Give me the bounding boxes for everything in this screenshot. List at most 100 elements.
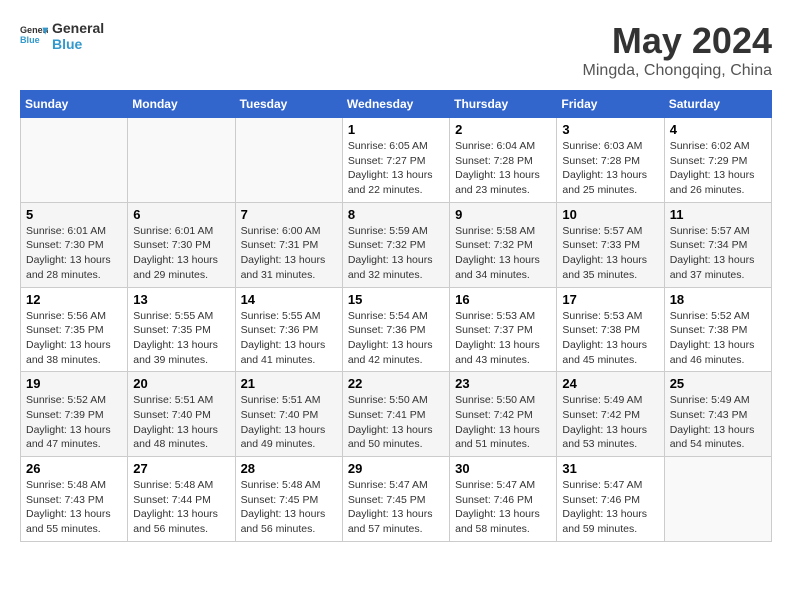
calendar-cell: 19 Sunrise: 5:52 AM Sunset: 7:39 PM Dayli… bbox=[21, 372, 128, 457]
day-info: Sunrise: 5:52 AM Sunset: 7:39 PM Dayligh… bbox=[26, 393, 122, 452]
title-section: May 2024 Mingda, Chongqing, China bbox=[583, 20, 772, 80]
calendar-week-row: 19 Sunrise: 5:52 AM Sunset: 7:39 PM Dayli… bbox=[21, 372, 772, 457]
calendar-cell: 30 Sunrise: 5:47 AM Sunset: 7:46 PM Dayli… bbox=[450, 457, 557, 542]
calendar-cell: 14 Sunrise: 5:55 AM Sunset: 7:36 PM Dayli… bbox=[235, 287, 342, 372]
day-number: 17 bbox=[562, 292, 658, 307]
calendar-cell: 7 Sunrise: 6:00 AM Sunset: 7:31 PM Daylig… bbox=[235, 202, 342, 287]
day-info: Sunrise: 5:48 AM Sunset: 7:43 PM Dayligh… bbox=[26, 478, 122, 537]
calendar-cell: 26Sunrise: 5:48 AM Sunset: 7:43 PM Dayli… bbox=[21, 457, 128, 542]
day-number: 31 bbox=[562, 461, 658, 476]
day-info: Sunrise: 5:47 AM Sunset: 7:45 PM Dayligh… bbox=[348, 478, 444, 537]
day-info: Sunrise: 5:55 AM Sunset: 7:35 PM Dayligh… bbox=[133, 309, 229, 368]
calendar-cell: 27Sunrise: 5:48 AM Sunset: 7:44 PM Dayli… bbox=[128, 457, 235, 542]
calendar-cell: 23Sunrise: 5:50 AM Sunset: 7:42 PM Dayli… bbox=[450, 372, 557, 457]
day-number: 16 bbox=[455, 292, 551, 307]
calendar-cell: 17 Sunrise: 5:53 AM Sunset: 7:38 PM Dayli… bbox=[557, 287, 664, 372]
calendar-cell: 24 Sunrise: 5:49 AM Sunset: 7:42 PM Dayli… bbox=[557, 372, 664, 457]
day-number: 24 bbox=[562, 376, 658, 391]
day-number: 28 bbox=[241, 461, 337, 476]
logo: General Blue General Blue bbox=[20, 20, 104, 52]
calendar-cell: 5 Sunrise: 6:01 AM Sunset: 7:30 PM Daylig… bbox=[21, 202, 128, 287]
day-info: Sunrise: 6:05 AM Sunset: 7:27 PM Dayligh… bbox=[348, 139, 444, 198]
calendar-week-row: 26Sunrise: 5:48 AM Sunset: 7:43 PM Dayli… bbox=[21, 457, 772, 542]
day-info: Sunrise: 6:01 AM Sunset: 7:30 PM Dayligh… bbox=[26, 224, 122, 283]
calendar-cell: 8 Sunrise: 5:59 AM Sunset: 7:32 PM Daylig… bbox=[342, 202, 449, 287]
day-info: Sunrise: 5:47 AM Sunset: 7:46 PM Dayligh… bbox=[455, 478, 551, 537]
logo-icon: General Blue bbox=[20, 22, 48, 50]
month-year-title: May 2024 bbox=[583, 20, 772, 62]
day-number: 15 bbox=[348, 292, 444, 307]
calendar-cell bbox=[235, 118, 342, 203]
day-number: 29 bbox=[348, 461, 444, 476]
calendar-cell: 2 Sunrise: 6:04 AM Sunset: 7:28 PM Daylig… bbox=[450, 118, 557, 203]
weekday-header-friday: Friday bbox=[557, 91, 664, 118]
day-number: 11 bbox=[670, 207, 766, 222]
day-info: Sunrise: 5:55 AM Sunset: 7:36 PM Dayligh… bbox=[241, 309, 337, 368]
day-number: 5 bbox=[26, 207, 122, 222]
day-info: Sunrise: 5:53 AM Sunset: 7:38 PM Dayligh… bbox=[562, 309, 658, 368]
calendar-cell: 31 Sunrise: 5:47 AM Sunset: 7:46 PM Dayli… bbox=[557, 457, 664, 542]
calendar-cell: 10Sunrise: 5:57 AM Sunset: 7:33 PM Dayli… bbox=[557, 202, 664, 287]
calendar-week-row: 1 Sunrise: 6:05 AM Sunset: 7:27 PM Daylig… bbox=[21, 118, 772, 203]
calendar-cell bbox=[664, 457, 771, 542]
weekday-header-sunday: Sunday bbox=[21, 91, 128, 118]
calendar-cell: 29 Sunrise: 5:47 AM Sunset: 7:45 PM Dayli… bbox=[342, 457, 449, 542]
day-number: 13 bbox=[133, 292, 229, 307]
day-number: 21 bbox=[241, 376, 337, 391]
day-number: 1 bbox=[348, 122, 444, 137]
calendar-cell bbox=[128, 118, 235, 203]
day-info: Sunrise: 5:59 AM Sunset: 7:32 PM Dayligh… bbox=[348, 224, 444, 283]
day-number: 7 bbox=[241, 207, 337, 222]
logo-text-blue: Blue bbox=[52, 36, 104, 52]
calendar-cell: 28 Sunrise: 5:48 AM Sunset: 7:45 PM Dayli… bbox=[235, 457, 342, 542]
day-info: Sunrise: 5:57 AM Sunset: 7:34 PM Dayligh… bbox=[670, 224, 766, 283]
day-info: Sunrise: 6:01 AM Sunset: 7:30 PM Dayligh… bbox=[133, 224, 229, 283]
page-header: General Blue General Blue May 2024 Mingd… bbox=[20, 20, 772, 80]
day-info: Sunrise: 5:51 AM Sunset: 7:40 PM Dayligh… bbox=[133, 393, 229, 452]
weekday-header-thursday: Thursday bbox=[450, 91, 557, 118]
weekday-header-tuesday: Tuesday bbox=[235, 91, 342, 118]
calendar-week-row: 12Sunrise: 5:56 AM Sunset: 7:35 PM Dayli… bbox=[21, 287, 772, 372]
calendar-cell: 9Sunrise: 5:58 AM Sunset: 7:32 PM Daylig… bbox=[450, 202, 557, 287]
day-number: 25 bbox=[670, 376, 766, 391]
location-subtitle: Mingda, Chongqing, China bbox=[583, 62, 772, 80]
day-info: Sunrise: 6:02 AM Sunset: 7:29 PM Dayligh… bbox=[670, 139, 766, 198]
day-info: Sunrise: 5:48 AM Sunset: 7:45 PM Dayligh… bbox=[241, 478, 337, 537]
calendar-cell: 12Sunrise: 5:56 AM Sunset: 7:35 PM Dayli… bbox=[21, 287, 128, 372]
calendar-cell bbox=[21, 118, 128, 203]
calendar-table: SundayMondayTuesdayWednesdayThursdayFrid… bbox=[20, 90, 772, 542]
weekday-header-saturday: Saturday bbox=[664, 91, 771, 118]
day-info: Sunrise: 5:54 AM Sunset: 7:36 PM Dayligh… bbox=[348, 309, 444, 368]
calendar-cell: 15 Sunrise: 5:54 AM Sunset: 7:36 PM Dayli… bbox=[342, 287, 449, 372]
day-info: Sunrise: 6:03 AM Sunset: 7:28 PM Dayligh… bbox=[562, 139, 658, 198]
day-number: 3 bbox=[562, 122, 658, 137]
day-number: 27 bbox=[133, 461, 229, 476]
day-info: Sunrise: 6:04 AM Sunset: 7:28 PM Dayligh… bbox=[455, 139, 551, 198]
day-info: Sunrise: 5:49 AM Sunset: 7:42 PM Dayligh… bbox=[562, 393, 658, 452]
day-info: Sunrise: 5:47 AM Sunset: 7:46 PM Dayligh… bbox=[562, 478, 658, 537]
calendar-cell: 20Sunrise: 5:51 AM Sunset: 7:40 PM Dayli… bbox=[128, 372, 235, 457]
day-info: Sunrise: 5:57 AM Sunset: 7:33 PM Dayligh… bbox=[562, 224, 658, 283]
day-number: 30 bbox=[455, 461, 551, 476]
day-number: 6 bbox=[133, 207, 229, 222]
calendar-cell: 21 Sunrise: 5:51 AM Sunset: 7:40 PM Dayli… bbox=[235, 372, 342, 457]
day-number: 9 bbox=[455, 207, 551, 222]
day-number: 19 bbox=[26, 376, 122, 391]
day-info: Sunrise: 5:49 AM Sunset: 7:43 PM Dayligh… bbox=[670, 393, 766, 452]
logo-text-general: General bbox=[52, 20, 104, 36]
day-info: Sunrise: 5:50 AM Sunset: 7:42 PM Dayligh… bbox=[455, 393, 551, 452]
calendar-cell: 25 Sunrise: 5:49 AM Sunset: 7:43 PM Dayli… bbox=[664, 372, 771, 457]
day-number: 8 bbox=[348, 207, 444, 222]
calendar-cell: 4Sunrise: 6:02 AM Sunset: 7:29 PM Daylig… bbox=[664, 118, 771, 203]
calendar-cell: 13 Sunrise: 5:55 AM Sunset: 7:35 PM Dayli… bbox=[128, 287, 235, 372]
day-number: 14 bbox=[241, 292, 337, 307]
weekday-header-row: SundayMondayTuesdayWednesdayThursdayFrid… bbox=[21, 91, 772, 118]
calendar-cell: 3 Sunrise: 6:03 AM Sunset: 7:28 PM Daylig… bbox=[557, 118, 664, 203]
day-number: 2 bbox=[455, 122, 551, 137]
calendar-cell: 18Sunrise: 5:52 AM Sunset: 7:38 PM Dayli… bbox=[664, 287, 771, 372]
day-number: 18 bbox=[670, 292, 766, 307]
svg-text:Blue: Blue bbox=[20, 35, 40, 45]
day-info: Sunrise: 6:00 AM Sunset: 7:31 PM Dayligh… bbox=[241, 224, 337, 283]
day-number: 12 bbox=[26, 292, 122, 307]
day-info: Sunrise: 5:51 AM Sunset: 7:40 PM Dayligh… bbox=[241, 393, 337, 452]
